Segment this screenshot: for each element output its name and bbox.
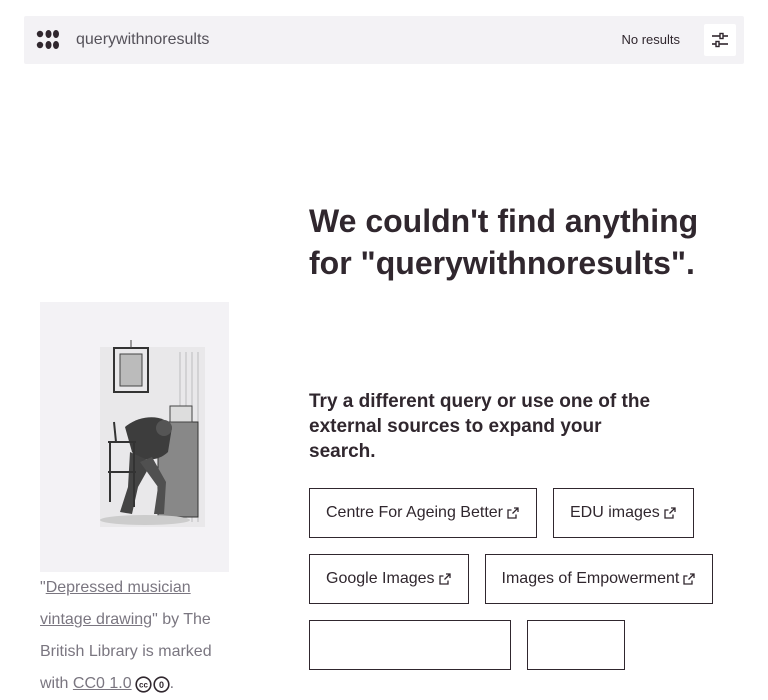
attribution-period: . bbox=[169, 675, 175, 692]
no-results-illustration bbox=[40, 302, 229, 572]
source-button-google-images[interactable]: Google Images bbox=[309, 554, 469, 604]
svg-text:cc: cc bbox=[139, 681, 148, 690]
source-label: Images of Empowerment bbox=[501, 570, 680, 587]
license-icons: cc 0 bbox=[135, 676, 170, 693]
sliders-icon bbox=[712, 32, 728, 48]
zero-icon: 0 bbox=[153, 676, 170, 693]
source-label: EDU images bbox=[569, 504, 660, 521]
external-sources-list: Centre For Ageing Better EDU images Goog… bbox=[309, 488, 729, 670]
svg-text:0: 0 bbox=[159, 680, 164, 690]
search-input[interactable] bbox=[76, 28, 476, 52]
external-link-icon bbox=[683, 573, 696, 585]
header-bar: No results bbox=[24, 16, 744, 64]
external-link-icon bbox=[507, 507, 519, 519]
page-title: We couldn't find anything for "querywith… bbox=[309, 203, 699, 281]
page-subtitle: Try a different query or use one of the … bbox=[309, 391, 651, 462]
source-button-edu-images[interactable]: EDU images bbox=[552, 488, 694, 538]
openverse-logo-icon[interactable] bbox=[36, 29, 60, 51]
musician-drawing bbox=[100, 340, 205, 527]
source-button-partial-6[interactable] bbox=[527, 620, 625, 670]
license-link[interactable]: CC0 1.0 bbox=[73, 675, 132, 692]
filter-button[interactable] bbox=[704, 24, 736, 56]
source-button-centre-for-ageing-better[interactable]: Centre For Ageing Better bbox=[309, 488, 537, 538]
source-label: Centre For Ageing Better bbox=[326, 504, 503, 521]
external-link-icon bbox=[438, 573, 451, 585]
result-count: No results bbox=[621, 32, 680, 47]
source-label: Google Images bbox=[326, 570, 435, 587]
cc-icon: cc bbox=[135, 676, 152, 693]
source-button-partial-5[interactable] bbox=[309, 620, 511, 670]
illustration-attribution: "Depressed musician vintage drawing" by … bbox=[40, 572, 240, 700]
external-link-icon bbox=[664, 507, 676, 519]
source-button-images-of-empowerment[interactable]: Images of Empowerment bbox=[484, 554, 714, 604]
